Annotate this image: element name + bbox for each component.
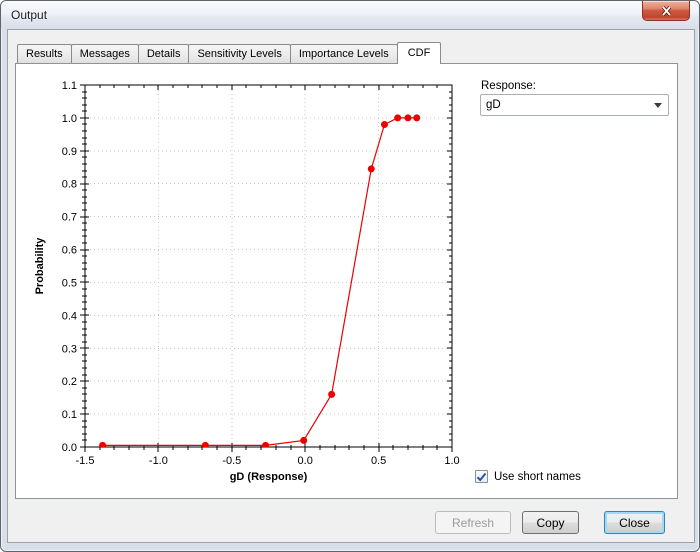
svg-text:0.7: 0.7 <box>62 212 77 224</box>
response-label: Response: <box>481 80 536 92</box>
svg-text:0.5: 0.5 <box>371 455 386 467</box>
title-bar[interactable]: Output <box>1 1 699 29</box>
svg-text:0.3: 0.3 <box>62 343 77 355</box>
use-short-names-checkbox[interactable] <box>475 470 488 483</box>
svg-text:0.8: 0.8 <box>62 179 77 191</box>
tab-messages[interactable]: Messages <box>71 44 139 63</box>
copy-button[interactable]: Copy <box>522 511 579 534</box>
window-title: Output <box>11 8 47 22</box>
svg-text:Probability: Probability <box>34 237 46 295</box>
dialog-body: ResultsMessagesDetailsSensitivity Levels… <box>7 29 695 543</box>
tab-sensitivity-levels[interactable]: Sensitivity Levels <box>188 44 290 63</box>
svg-text:0.9: 0.9 <box>62 146 77 158</box>
output-dialog: Output ResultsMessagesDetailsSensitivity… <box>0 0 700 552</box>
close-button-footer[interactable]: Close <box>604 511 665 534</box>
use-short-names-option: Use short names <box>475 470 581 483</box>
svg-text:0.4: 0.4 <box>62 310 77 322</box>
svg-text:0.5: 0.5 <box>62 277 77 289</box>
close-icon <box>661 6 672 16</box>
chevron-down-icon <box>654 103 662 108</box>
svg-text:1.0: 1.0 <box>62 113 77 125</box>
svg-text:0.0: 0.0 <box>298 455 313 467</box>
tab-results[interactable]: Results <box>17 44 72 63</box>
svg-text:0.1: 0.1 <box>62 409 77 421</box>
svg-text:gD (Response): gD (Response) <box>230 471 308 483</box>
svg-text:1.1: 1.1 <box>62 80 77 92</box>
svg-text:-1.5: -1.5 <box>76 455 95 467</box>
close-button[interactable] <box>642 1 690 21</box>
svg-text:1.0: 1.0 <box>444 455 459 467</box>
response-dropdown[interactable]: gD <box>480 94 669 116</box>
svg-text:0.2: 0.2 <box>62 376 77 388</box>
cdf-chart: -1.5 -1.0 -0.5 0.0 0.5 1.0 0.0 0.1 0.2 0.3 0.4 0.5 0… <box>17 66 479 495</box>
svg-text:-0.5: -0.5 <box>222 455 241 467</box>
svg-text:0.0: 0.0 <box>62 442 77 454</box>
tab-strip: ResultsMessagesDetailsSensitivity Levels… <box>17 42 441 64</box>
refresh-button[interactable]: Refresh <box>435 511 511 534</box>
use-short-names-label: Use short names <box>494 471 581 483</box>
check-icon <box>476 472 487 482</box>
tab-details[interactable]: Details <box>138 44 190 63</box>
response-dropdown-value: gD <box>486 99 501 111</box>
tab-importance-levels[interactable]: Importance Levels <box>290 44 398 63</box>
cdf-tab-page: -1.5 -1.0 -0.5 0.0 0.5 1.0 0.0 0.1 0.2 0.3 0.4 0.5 0… <box>15 63 678 499</box>
tab-cdf[interactable]: CDF <box>397 42 442 64</box>
svg-text:-1.0: -1.0 <box>149 455 168 467</box>
svg-text:0.6: 0.6 <box>62 245 77 257</box>
